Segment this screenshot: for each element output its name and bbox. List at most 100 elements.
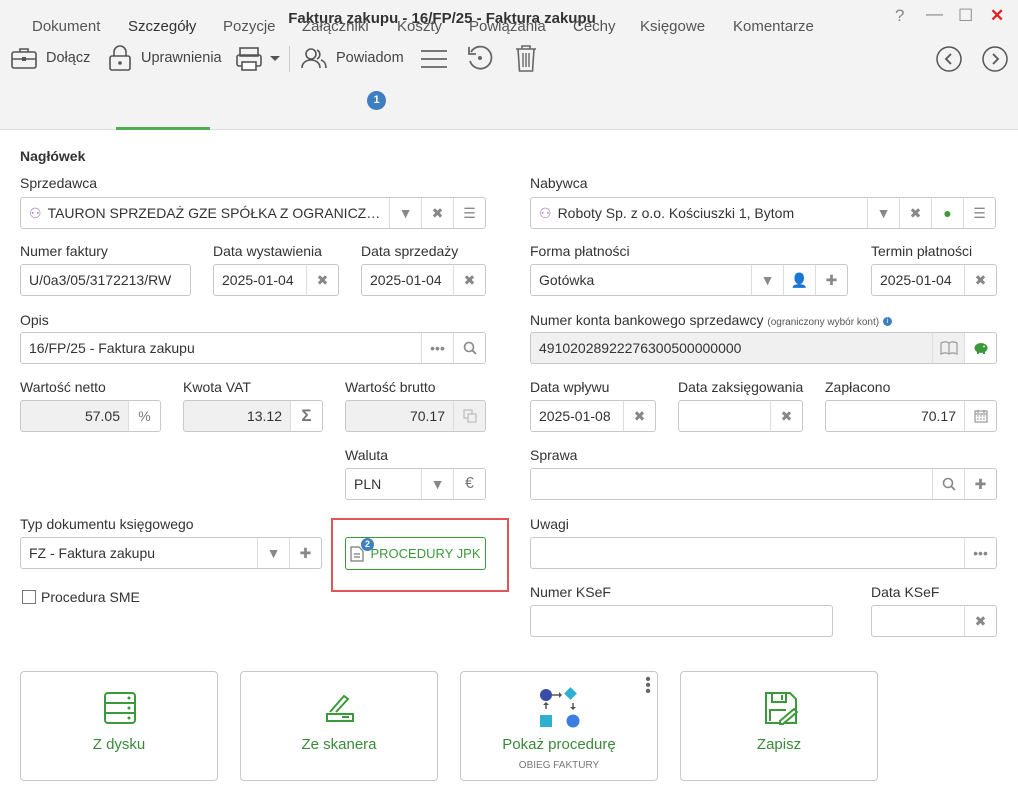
net-value-label: Wartość netto (20, 379, 106, 395)
search-icon[interactable] (453, 333, 485, 363)
chevron-down-icon[interactable]: ▼ (257, 538, 289, 568)
chevron-down-icon[interactable]: ▼ (421, 469, 453, 499)
book-icon[interactable] (932, 333, 964, 363)
vat-amount-label: Kwota VAT (183, 379, 251, 395)
chevron-down-icon[interactable]: ▼ (389, 198, 421, 228)
tab-items[interactable]: Pozycje (223, 18, 276, 35)
search-icon[interactable] (932, 469, 964, 499)
percent-icon[interactable]: % (128, 401, 160, 431)
procedure-subtitle: OBIEG FAKTURY (518, 760, 600, 771)
receipt-date-value: 2025-01-08 (539, 408, 611, 424)
chevron-down-icon[interactable]: ▼ (867, 198, 899, 228)
piggy-bank-icon[interactable] (964, 333, 996, 363)
tab-attachments[interactable]: Załączniki (302, 18, 369, 35)
hamburger-icon (421, 50, 447, 68)
save-button[interactable]: Zapisz (680, 671, 878, 781)
description-field[interactable]: 16/FP/25 - Faktura zakupu ••• (20, 332, 486, 364)
from-disk-button[interactable]: Z dysku (20, 671, 218, 781)
plus-icon[interactable]: ✚ (815, 265, 847, 295)
clear-icon[interactable]: ✖ (899, 198, 931, 228)
bank-account-label: Numer konta bankowego sprzedawcy (ograni… (530, 312, 892, 328)
bank-account-value: 49102028922276300500000000 (539, 340, 742, 356)
euro-icon[interactable]: € (453, 469, 485, 499)
ksef-date-field[interactable]: ✖ (871, 605, 997, 637)
payment-term-field[interactable]: 2025-01-04 ✖ (871, 264, 997, 296)
chevron-right-icon (982, 46, 1008, 72)
sigma-icon[interactable]: Σ (290, 401, 322, 431)
plus-icon[interactable]: ✚ (289, 538, 321, 568)
maximize-button[interactable]: ☐ (958, 6, 973, 26)
show-procedure-button[interactable]: • • • Pokaż procedurę OBIEG FAKTURY (460, 671, 658, 781)
calendar-icon[interactable] (964, 401, 996, 431)
plus-icon[interactable]: ✚ (964, 469, 996, 499)
help-button[interactable]: ? (895, 6, 904, 26)
paid-field[interactable]: 70.17 (825, 400, 997, 432)
net-value: 57.05 (84, 408, 120, 424)
print-button[interactable] (236, 44, 284, 75)
payment-form-field[interactable]: Gotówka ▼ 👤 ✚ (530, 264, 848, 296)
from-scanner-button[interactable]: Ze skanera (240, 671, 438, 781)
tab-relations[interactable]: Powiązania (469, 18, 546, 35)
permissions-label: Uprawnienia (141, 50, 222, 66)
chevron-down-icon[interactable]: ▼ (751, 265, 783, 295)
menu-button[interactable] (420, 46, 448, 75)
tab-features[interactable]: Cechy (573, 18, 616, 35)
seller-field[interactable]: ⚇ TAURON SPRZEDAŻ GZE SPÓŁKA Z OGRANICZO… (20, 197, 486, 229)
sale-date-value: 2025-01-04 (370, 272, 442, 288)
list-icon[interactable]: ☰ (453, 198, 485, 228)
payment-term-label: Termin płatności (871, 243, 973, 259)
previous-button[interactable] (936, 46, 962, 75)
sale-date-field[interactable]: 2025-01-04 ✖ (361, 264, 486, 296)
tab-costs[interactable]: Koszty (397, 18, 442, 35)
minimize-button[interactable]: — (926, 4, 943, 24)
case-field[interactable]: ✚ (530, 468, 997, 500)
gross-value-field[interactable]: 70.17 (345, 400, 486, 432)
payment-form-label: Forma płatności (530, 243, 630, 259)
tab-document[interactable]: Dokument (32, 18, 100, 35)
tab-comments[interactable]: Komentarze (733, 18, 814, 35)
location-pin-icon[interactable]: ● (931, 198, 963, 228)
net-value-field[interactable]: 57.05 % (20, 400, 161, 432)
invoice-number-field[interactable]: U/0a3/05/3172213/RW (20, 264, 191, 296)
clear-icon[interactable]: ✖ (453, 265, 485, 295)
clear-icon[interactable]: ✖ (964, 606, 996, 636)
clear-icon[interactable]: ✖ (421, 198, 453, 228)
ksef-number-field[interactable] (530, 605, 833, 637)
attach-button[interactable]: Dołącz (10, 44, 90, 72)
copy-icon[interactable] (453, 401, 485, 431)
person-icon[interactable]: 👤 (783, 265, 815, 295)
tab-details[interactable]: Szczegóły (128, 18, 196, 35)
ksef-number-label: Numer KSeF (530, 584, 611, 600)
ksef-date-label: Data KSeF (871, 584, 940, 600)
clear-icon[interactable]: ✖ (623, 401, 655, 431)
history-button[interactable] (466, 44, 494, 75)
doc-type-value: FZ - Faktura zakupu (29, 545, 156, 561)
bank-account-field[interactable]: 49102028922276300500000000 (530, 332, 997, 364)
currency-field[interactable]: PLN ▼ € (345, 468, 486, 500)
notes-field[interactable]: ••• (530, 537, 997, 569)
clear-icon[interactable]: ✖ (964, 265, 996, 295)
info-icon[interactable]: i (882, 316, 892, 326)
buyer-field[interactable]: ⚇ Roboty Sp. z o.o. Kościuszki 1, Bytom … (530, 197, 996, 229)
delete-button[interactable] (514, 43, 538, 76)
payment-term-value: 2025-01-04 (880, 272, 952, 288)
doc-type-field[interactable]: FZ - Faktura zakupu ▼ ✚ (20, 537, 322, 569)
more-icon[interactable]: ••• (964, 538, 996, 568)
users-icon (301, 48, 327, 69)
tab-bar (0, 84, 1018, 130)
receipt-date-field[interactable]: 2025-01-08 ✖ (530, 400, 656, 432)
clear-icon[interactable]: ✖ (306, 265, 338, 295)
clear-icon[interactable]: ✖ (770, 401, 802, 431)
sme-checkbox[interactable] (22, 590, 36, 604)
list-icon[interactable]: ☰ (963, 198, 995, 228)
next-button[interactable] (982, 46, 1008, 75)
notify-button[interactable]: Powiadom (300, 44, 404, 72)
close-button[interactable]: ✕ (990, 6, 1004, 26)
more-vertical-icon[interactable]: • • • (643, 672, 653, 700)
issue-date-field[interactable]: 2025-01-04 ✖ (213, 264, 339, 296)
permissions-button[interactable]: Uprawnienia (107, 44, 222, 72)
booking-date-field[interactable]: ✖ (678, 400, 803, 432)
vat-amount-field[interactable]: 13.12 Σ (183, 400, 323, 432)
tab-accounting[interactable]: Księgowe (640, 18, 705, 35)
more-icon[interactable]: ••• (421, 333, 453, 363)
